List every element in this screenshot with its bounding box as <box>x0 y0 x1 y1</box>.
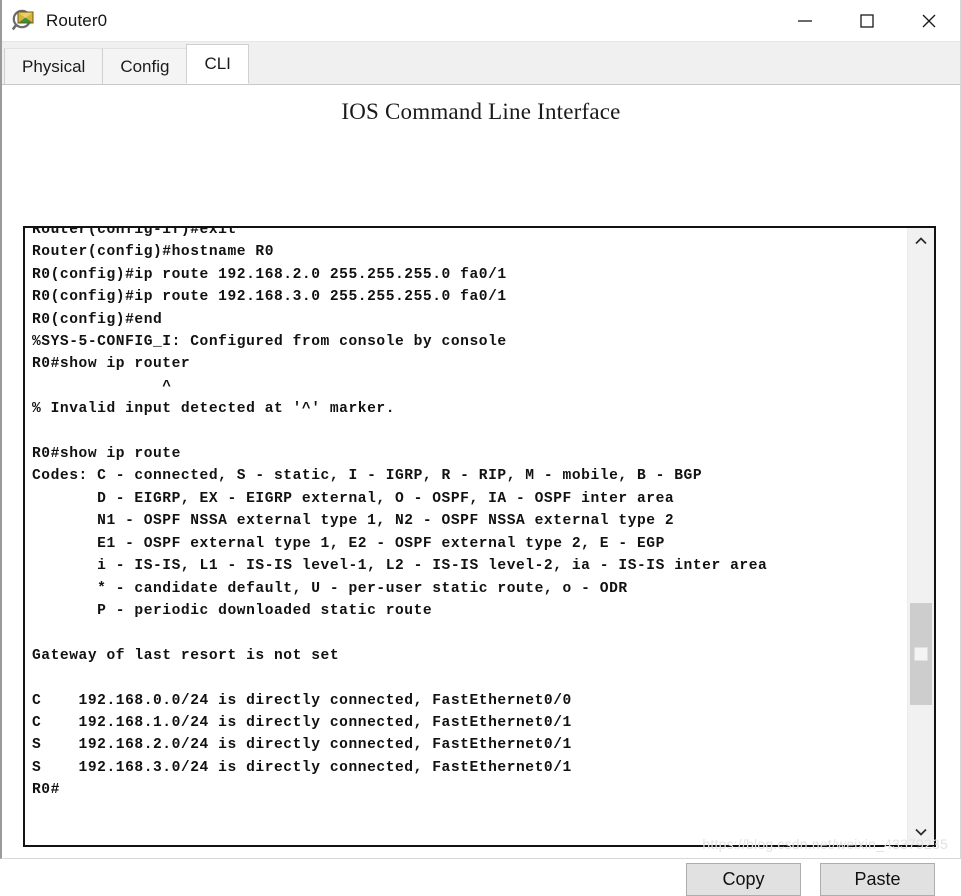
terminal-line: C 192.168.1.0/24 is directly connected, … <box>32 714 572 731</box>
tab-cli-label: CLI <box>204 54 231 73</box>
terminal-container: Router(config-if)#exit Router(config)#hos… <box>23 226 936 847</box>
scrollbar-thumb-grip <box>914 647 928 661</box>
tab-cli[interactable]: CLI <box>186 44 249 84</box>
terminal-line: R0#show ip router <box>32 356 191 373</box>
terminal-line: R0# <box>32 782 60 799</box>
maximize-icon <box>860 13 874 28</box>
terminal-lines: Router(config-if)#exit Router(config)#hos… <box>32 228 907 802</box>
terminal-line: ^ <box>32 378 172 395</box>
window-title: Router0 <box>46 10 108 30</box>
watermark: https://blog.csdn.net/weixin_43379235 <box>702 836 948 852</box>
scrollbar-thumb[interactable] <box>910 603 932 705</box>
terminal-scrollbar[interactable] <box>907 228 934 845</box>
terminal-line: Router(config)#hostname R0 <box>32 244 274 261</box>
title-bar: Router0 <box>2 0 960 42</box>
cli-button-row: Copy Paste <box>686 863 935 896</box>
terminal-line: i - IS-IS, L1 - IS-IS level-1, L2 - IS-I… <box>32 558 768 575</box>
terminal-line: N1 - OSPF NSSA external type 1, N2 - OSP… <box>32 513 675 530</box>
tab-config[interactable]: Config <box>102 48 188 84</box>
terminal-line: % Invalid input detected at '^' marker. <box>32 401 395 418</box>
minimize-icon <box>798 19 812 22</box>
cli-panel: IOS Command Line Interface Router(config… <box>2 85 960 896</box>
terminal-line: P - periodic downloaded static route <box>32 602 433 619</box>
terminal-line: Router(config-if)#exit <box>32 228 237 238</box>
paste-button[interactable]: Paste <box>820 863 935 896</box>
tab-strip: Physical Config CLI <box>2 42 960 85</box>
copy-button-label: Copy <box>722 869 765 889</box>
terminal-output[interactable]: Router(config-if)#exit Router(config)#hos… <box>25 228 907 845</box>
terminal-line: S 192.168.2.0/24 is directly connected, … <box>32 737 572 754</box>
terminal-line: D - EIGRP, EX - EIGRP external, O - OSPF… <box>32 490 675 507</box>
terminal-line: R0(config)#ip route 192.168.2.0 255.255.… <box>32 266 507 283</box>
copy-button[interactable]: Copy <box>686 863 801 896</box>
terminal-line: C 192.168.0.0/24 is directly connected, … <box>32 692 572 709</box>
cli-heading: IOS Command Line Interface <box>341 99 621 124</box>
close-button[interactable] <box>898 0 960 41</box>
close-icon <box>922 14 936 27</box>
tab-physical-label: Physical <box>22 56 86 76</box>
chevron-up-icon <box>915 237 927 245</box>
terminal-line: * - candidate default, U - per-user stat… <box>32 580 628 597</box>
terminal-line: S 192.168.3.0/24 is directly connected, … <box>32 759 572 776</box>
paste-button-label: Paste <box>854 869 901 889</box>
tab-config-label: Config <box>120 56 170 76</box>
window-controls <box>774 0 960 41</box>
terminal-line: E1 - OSPF external type 1, E2 - OSPF ext… <box>32 535 665 552</box>
terminal-line: R0(config)#ip route 192.168.3.0 255.255.… <box>32 289 507 306</box>
minimize-button[interactable] <box>774 0 836 41</box>
terminal-line: Codes: C - connected, S - static, I - IG… <box>32 468 703 485</box>
terminal-line: R0(config)#end <box>32 311 163 328</box>
terminal-line: Gateway of last resort is not set <box>32 647 340 664</box>
router-cli-window: Router0 Physical Config CLI IOS Command … <box>0 0 961 896</box>
terminal-line: R0#show ip route <box>32 446 181 463</box>
tab-physical[interactable]: Physical <box>4 48 104 84</box>
router-magnifier-icon <box>11 9 38 33</box>
terminal-line: %SYS-5-CONFIG_I: Configured from console… <box>32 334 507 351</box>
scroll-up-button[interactable] <box>908 230 934 252</box>
maximize-button[interactable] <box>836 0 898 41</box>
